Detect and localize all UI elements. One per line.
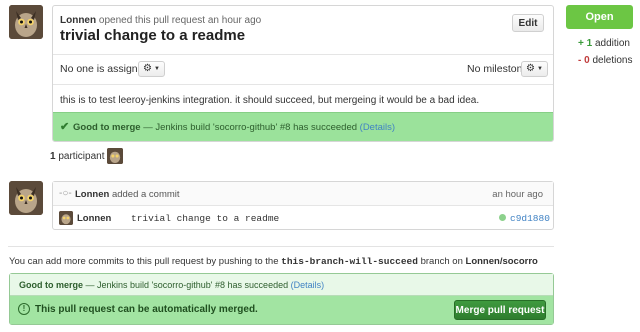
mergeable-text: This pull request can be automatically m…	[35, 304, 258, 315]
author-avatar[interactable]	[9, 5, 43, 39]
timeline-divider	[8, 246, 554, 247]
gear-icon: ⚙	[526, 63, 535, 74]
commit-event-title: Lonnen added a commit	[75, 189, 180, 200]
merge-details-link[interactable]: (Details)	[291, 280, 325, 290]
edit-button[interactable]: Edit	[512, 14, 544, 32]
additions-count: + 1	[578, 38, 593, 49]
pr-author-link[interactable]: Lonnen	[60, 15, 96, 26]
build-status-dot-icon	[499, 214, 506, 221]
merge-info-middle: branch on	[420, 256, 463, 267]
assignee-gear-button[interactable]: ⚙ ▼	[138, 61, 165, 77]
pr-state-badge: Open	[566, 5, 633, 29]
divider	[53, 54, 553, 55]
pr-status-text: Good to merge — Jenkins build 'socorro-g…	[73, 122, 395, 133]
pr-opened-line: Lonnen opened this pull request an hour …	[60, 15, 261, 26]
chevron-down-icon: ▼	[153, 66, 160, 72]
pr-title: trivial change to a readme	[60, 27, 246, 44]
mergeable-row: ! This pull request can be automatically…	[10, 296, 553, 324]
check-icon: ✔	[60, 121, 70, 133]
status-strong: Good to merge	[73, 122, 141, 133]
commit-event-action: added a commit	[111, 189, 180, 200]
participants-line: 1 participant	[50, 151, 104, 162]
commit-event-time: an hour ago	[492, 189, 543, 200]
info-icon: !	[18, 303, 30, 315]
milestone-gear-button[interactable]: ⚙ ▼	[521, 61, 548, 77]
divider	[53, 84, 553, 85]
chevron-down-icon: ▼	[536, 66, 543, 72]
repo-name[interactable]: Lonnen/socorro	[466, 256, 538, 267]
commit-sha-link[interactable]: c9d1880	[510, 213, 550, 224]
pr-body: this is to test leeroy-jenkins integrati…	[60, 95, 480, 106]
deletions-label: deletions	[592, 55, 633, 66]
commit-event-author[interactable]: Lonnen	[75, 189, 109, 200]
merge-info-prefix: You can add more commits to this pull re…	[9, 256, 279, 267]
participants-label: participant	[58, 151, 105, 162]
commit-event-box: -○- Lonnen added a commit an hour ago Lo…	[52, 181, 554, 230]
commit-event-header: -○- Lonnen added a commit an hour ago	[53, 182, 553, 206]
merge-status-strong: Good to merge	[19, 280, 84, 290]
additions-stat: + 1 addition	[578, 38, 630, 49]
milestone-text: No milestone	[467, 63, 529, 75]
branch-name: this-branch-will-succeed	[281, 256, 418, 267]
pr-opened-text: opened this pull request an hour ago	[98, 15, 262, 26]
additions-label: addition	[594, 38, 630, 49]
pr-status-bar: ✔ Good to merge — Jenkins build 'socorro…	[53, 112, 553, 141]
merge-info-text: You can add more commits to this pull re…	[9, 256, 538, 267]
merge-status-row: Good to merge — Jenkins build 'socorro-g…	[10, 274, 553, 296]
participants-count: 1	[50, 151, 56, 162]
commit-row-author[interactable]: Lonnen	[77, 213, 111, 224]
merge-pull-request-button[interactable]: Merge pull request	[454, 300, 546, 320]
commit-row-avatar[interactable]	[59, 211, 73, 225]
details-link[interactable]: (Details)	[360, 122, 395, 133]
merge-box: Good to merge — Jenkins build 'socorro-g…	[9, 273, 554, 325]
merge-status-message: — Jenkins build 'socorro-github' #8 has …	[85, 280, 289, 290]
status-message: — Jenkins build 'socorro-github' #8 has …	[143, 122, 358, 133]
pr-description-box: Lonnen opened this pull request an hour …	[52, 5, 554, 142]
participant-avatar[interactable]	[107, 148, 123, 164]
deletions-stat: - 0 deletions	[578, 55, 632, 66]
assignee-text: No one is assigned	[60, 63, 150, 75]
commit-author-avatar[interactable]	[9, 181, 43, 215]
gear-icon: ⚙	[143, 63, 152, 74]
commit-icon: -○-	[59, 188, 72, 199]
commit-message[interactable]: trivial change to a readme	[131, 213, 279, 224]
deletions-count: - 0	[578, 55, 590, 66]
merge-status-text: Good to merge — Jenkins build 'socorro-g…	[19, 280, 324, 290]
